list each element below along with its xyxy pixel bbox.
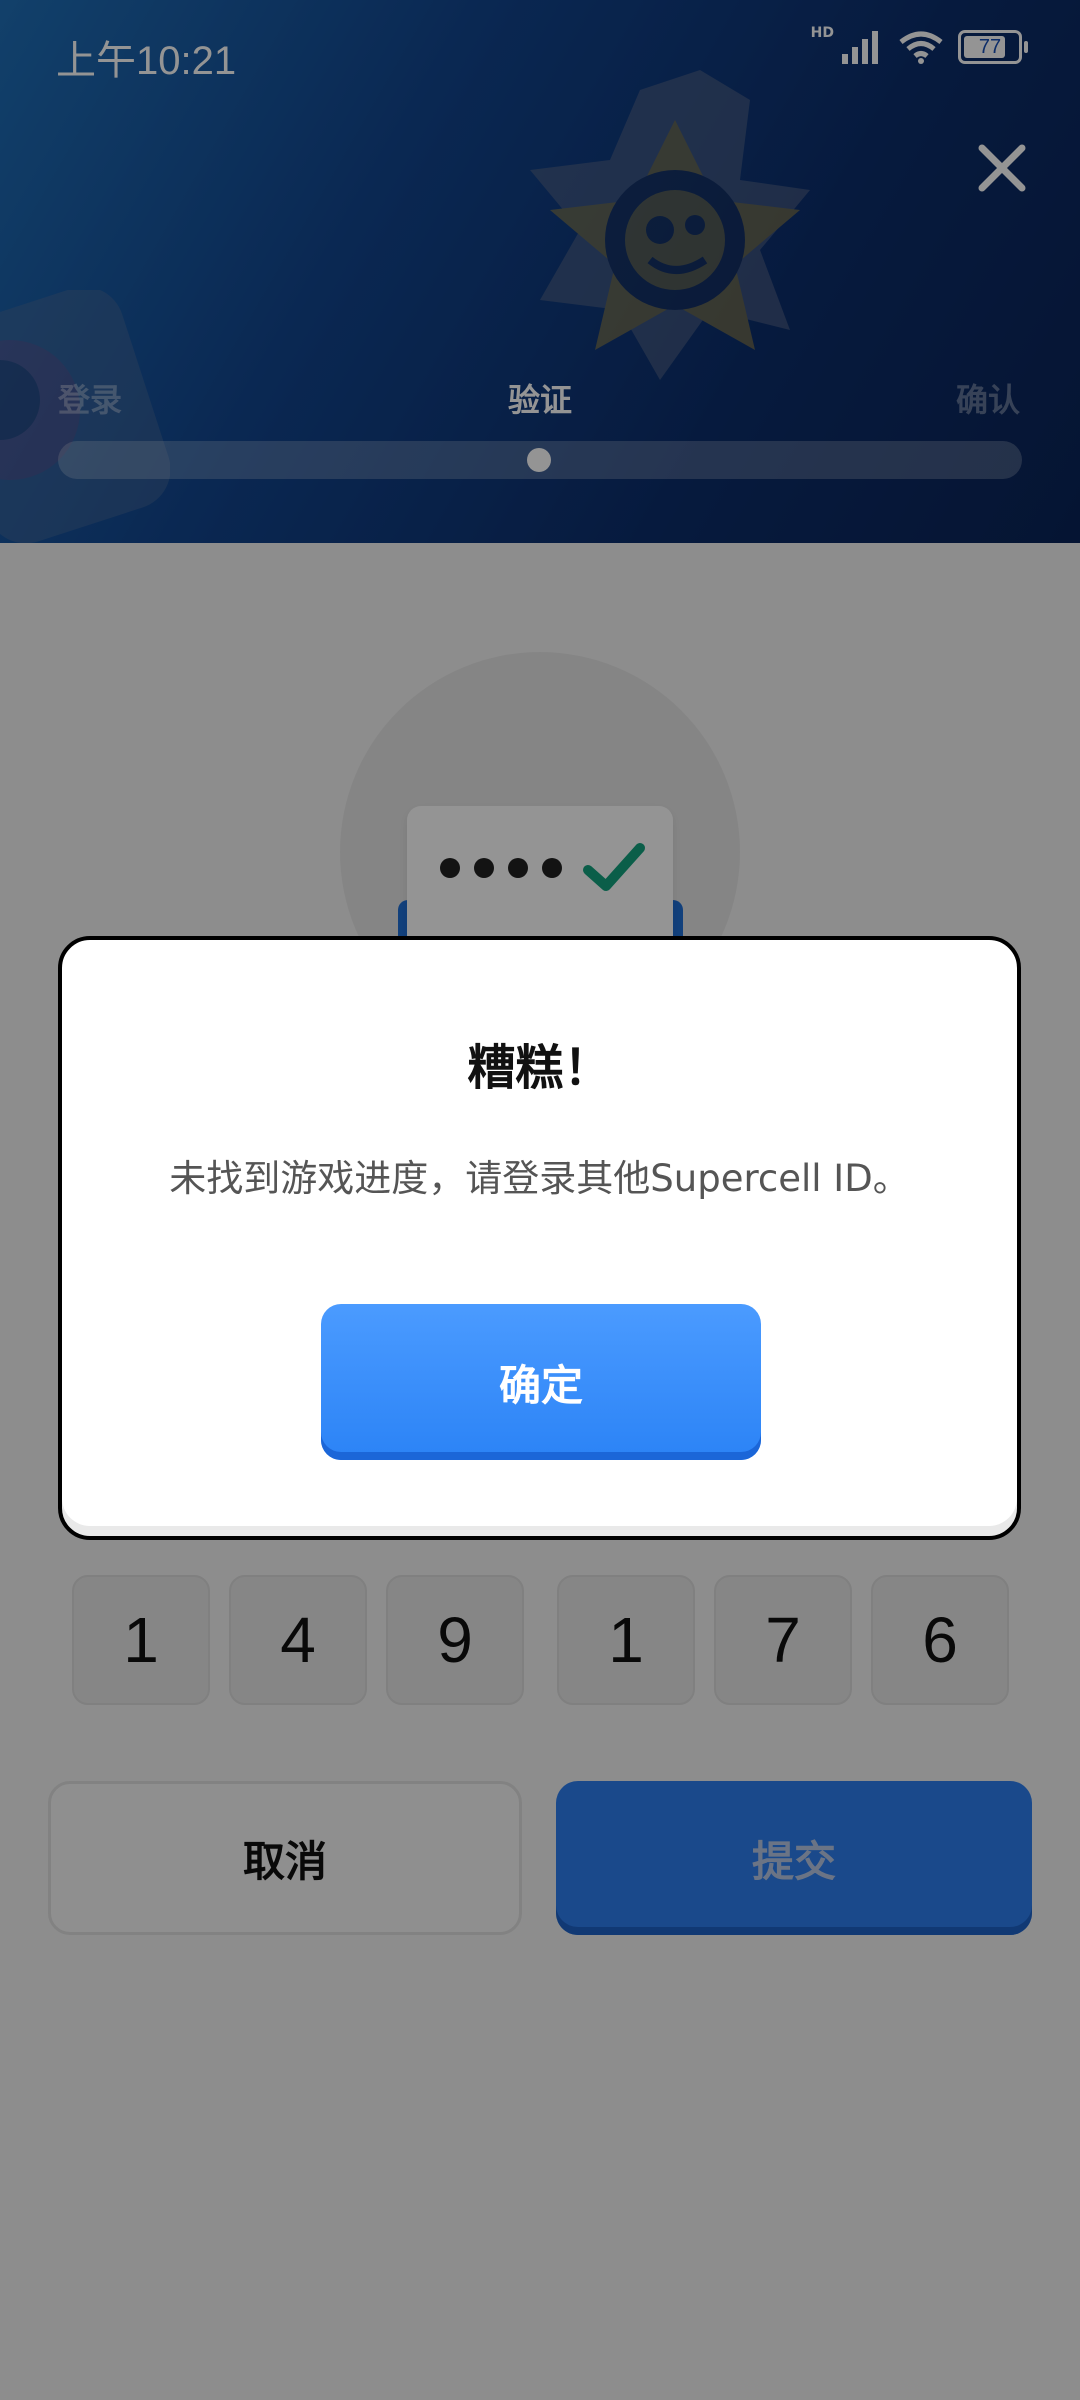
battery-level: 77	[978, 35, 1002, 58]
error-dialog: 糟糕！ 未找到游戏进度，请登录其他Supercell ID。 确定	[58, 936, 1021, 1540]
dialog-message: 未找到游戏进度，请登录其他Supercell ID。	[169, 1157, 910, 1200]
confirm-button[interactable]: 确定	[321, 1304, 761, 1460]
dialog-title: 糟糕！	[467, 1040, 612, 1096]
